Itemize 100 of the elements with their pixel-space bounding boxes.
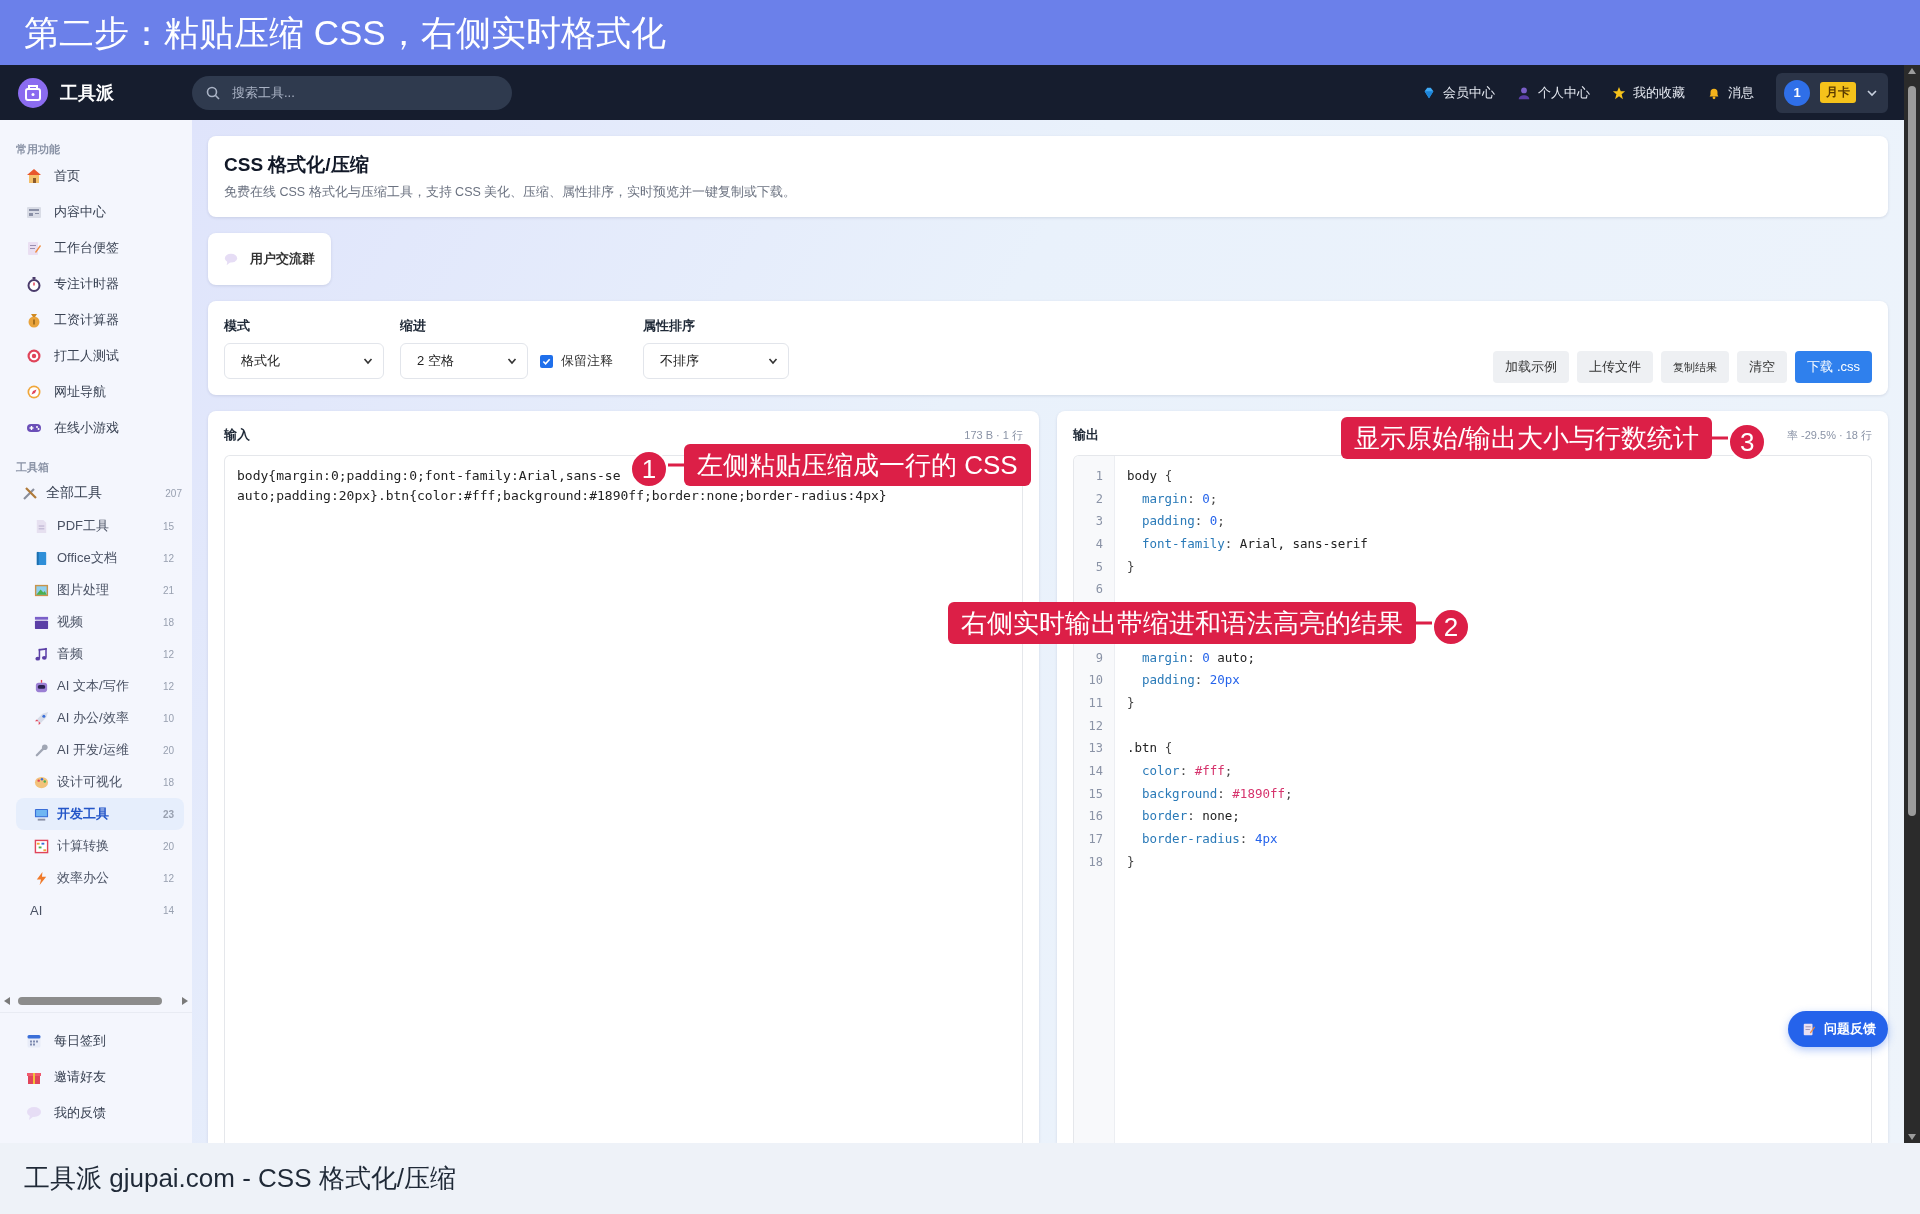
tool-description: 免费在线 CSS 格式化与压缩工具，支持 CSS 美化、压缩、属性排序，实时预览并一键复制或下载。 — [224, 184, 798, 201]
sidebar-item[interactable]: PDF工具 15 — [16, 510, 184, 542]
robot-icon — [34, 678, 49, 694]
memo-icon — [26, 240, 42, 256]
action-button[interactable]: 加载示例 — [1493, 351, 1570, 383]
checkmark-icon — [542, 356, 551, 366]
item-count: 12 — [162, 648, 174, 660]
line-number: 14 — [1087, 762, 1104, 780]
item-count: 207 — [165, 487, 182, 499]
plan-badge: 月卡 — [1820, 82, 1856, 103]
target-icon — [26, 348, 42, 364]
sidebar-item[interactable]: 首页 — [0, 158, 184, 194]
code-line: padding: 0; — [1141, 512, 1225, 531]
palette-icon — [34, 774, 49, 790]
callout-label: 左侧粘贴压缩成一行的 CSS — [684, 444, 1031, 486]
line-number: 11 — [1087, 694, 1104, 712]
newspaper-icon — [26, 204, 42, 220]
sidebar-item[interactable]: 打工人测试 — [0, 338, 184, 374]
tool-title: CSS 格式化/压缩 — [224, 153, 370, 177]
sidebar-item[interactable]: AI 14 — [16, 894, 184, 926]
document-icon — [34, 518, 49, 534]
sidebar-item[interactable]: 网址导航 — [0, 374, 184, 410]
action-button[interactable]: 上传文件 — [1577, 351, 1654, 383]
dropdown[interactable]: 格式化 — [224, 343, 384, 379]
field-label: 缩进 — [400, 317, 427, 335]
banner-title: 第二步：粘贴压缩 CSS，右侧实时格式化 — [23, 12, 666, 54]
item-count: 20 — [162, 840, 174, 852]
book-icon — [34, 550, 49, 566]
action-button[interactable]: 复制结果 — [1661, 351, 1730, 383]
code-line: border: none; — [1141, 807, 1240, 826]
code-line: font-family: Arial, sans-serif — [1141, 535, 1368, 554]
line-number: 2 — [1094, 490, 1104, 508]
code-line: margin: 0; — [1141, 489, 1218, 508]
scroll-left-icon — [4, 997, 10, 1005]
abacus-icon — [34, 838, 49, 854]
item-count: 18 — [162, 616, 174, 628]
panel-title: 输入 — [224, 426, 250, 444]
sidebar-item[interactable]: 工资计算器 — [0, 302, 184, 338]
line-number: 18 — [1087, 853, 1104, 871]
monitor-icon — [34, 806, 49, 822]
sidebar-item[interactable]: 邀请好友 — [0, 1059, 184, 1095]
sidebar-item[interactable]: 音频 12 — [16, 638, 184, 670]
line-number: 13 — [1087, 740, 1104, 758]
nav-link[interactable]: 会员中心 — [1422, 83, 1495, 102]
tools-icon — [22, 485, 38, 501]
sidebar-item[interactable]: 计算转换 20 — [16, 830, 184, 862]
item-count: 21 — [162, 584, 174, 596]
section-label: 工具箱 — [15, 460, 50, 475]
dropdown[interactable]: 2 空格 — [400, 343, 528, 379]
action-button[interactable]: 下载 .css — [1795, 351, 1872, 383]
action-button[interactable]: 清空 — [1737, 351, 1788, 383]
sidebar-item[interactable]: AI 开发/运维 20 — [16, 734, 184, 766]
sidebar-item[interactable]: 专注计时器 — [0, 266, 184, 302]
sidebar-item[interactable]: Office文档 12 — [16, 542, 184, 574]
code-line: } — [1127, 693, 1135, 712]
search-field[interactable]: 搜索工具... — [192, 75, 512, 110]
gem-icon — [1422, 85, 1436, 100]
sidebar-item[interactable]: 每日签到 — [0, 1023, 184, 1059]
sidebar-item[interactable]: 工作台便签 — [0, 230, 184, 266]
sidebar-item[interactable]: 我的反馈 — [0, 1095, 184, 1131]
community-button[interactable]: 用户交流群 — [208, 233, 331, 285]
line-number: 12 — [1087, 717, 1104, 735]
sidebar-item[interactable]: 图片处理 21 — [16, 574, 184, 606]
line-number: 17 — [1087, 831, 1104, 848]
nav-link[interactable]: 个人中心 — [1517, 83, 1590, 102]
sidebar-item[interactable]: 开发工具 23 — [16, 798, 184, 830]
framed-picture-icon — [34, 582, 49, 598]
sidebar-item[interactable]: AI 办公/效率 10 — [16, 702, 184, 734]
line-number: 15 — [1087, 785, 1104, 803]
field-label: 模式 — [224, 317, 251, 335]
clapperboard-icon — [34, 614, 49, 630]
music-note-icon — [34, 646, 49, 662]
sidebar-item[interactable]: 设计可视化 18 — [16, 766, 184, 798]
line-number: 3 — [1094, 513, 1104, 531]
item-count: 10 — [162, 712, 174, 724]
item-count: 12 — [162, 680, 174, 692]
user-menu-button[interactable]: 1 月卡 — [1776, 72, 1888, 113]
nav-link[interactable]: 消息 — [1707, 83, 1754, 102]
sidebar-item[interactable]: 内容中心 — [0, 194, 184, 230]
nav-link[interactable]: 我的收藏 — [1612, 83, 1685, 102]
sidebar-item[interactable]: 全部工具 207 — [0, 476, 192, 510]
speech-bubble-icon — [26, 1105, 42, 1121]
feedback-button[interactable]: 问题反馈 — [1788, 1011, 1888, 1047]
stopwatch-icon — [26, 276, 42, 292]
house-icon — [26, 168, 42, 184]
checkbox[interactable] — [540, 354, 553, 368]
sidebar-item[interactable]: 视频 18 — [16, 606, 184, 638]
code-line: padding: 20px — [1141, 671, 1240, 690]
wrench-icon — [34, 742, 49, 758]
money-bag-icon — [26, 312, 42, 328]
panel-title: 输出 — [1073, 426, 1099, 444]
item-count: 15 — [162, 520, 174, 532]
dropdown[interactable]: 不排序 — [643, 343, 789, 379]
keep-comments-checkbox[interactable]: 保留注释 — [540, 343, 613, 379]
chevron-down-icon — [363, 356, 373, 366]
chevron-down-icon — [768, 356, 778, 366]
sidebar-item[interactable]: 效率办公 12 — [16, 862, 184, 894]
sidebar-item[interactable]: 在线小游戏 — [0, 410, 184, 446]
code-line: body { — [1127, 467, 1173, 485]
sidebar-item[interactable]: AI 文本/写作 12 — [16, 670, 184, 702]
